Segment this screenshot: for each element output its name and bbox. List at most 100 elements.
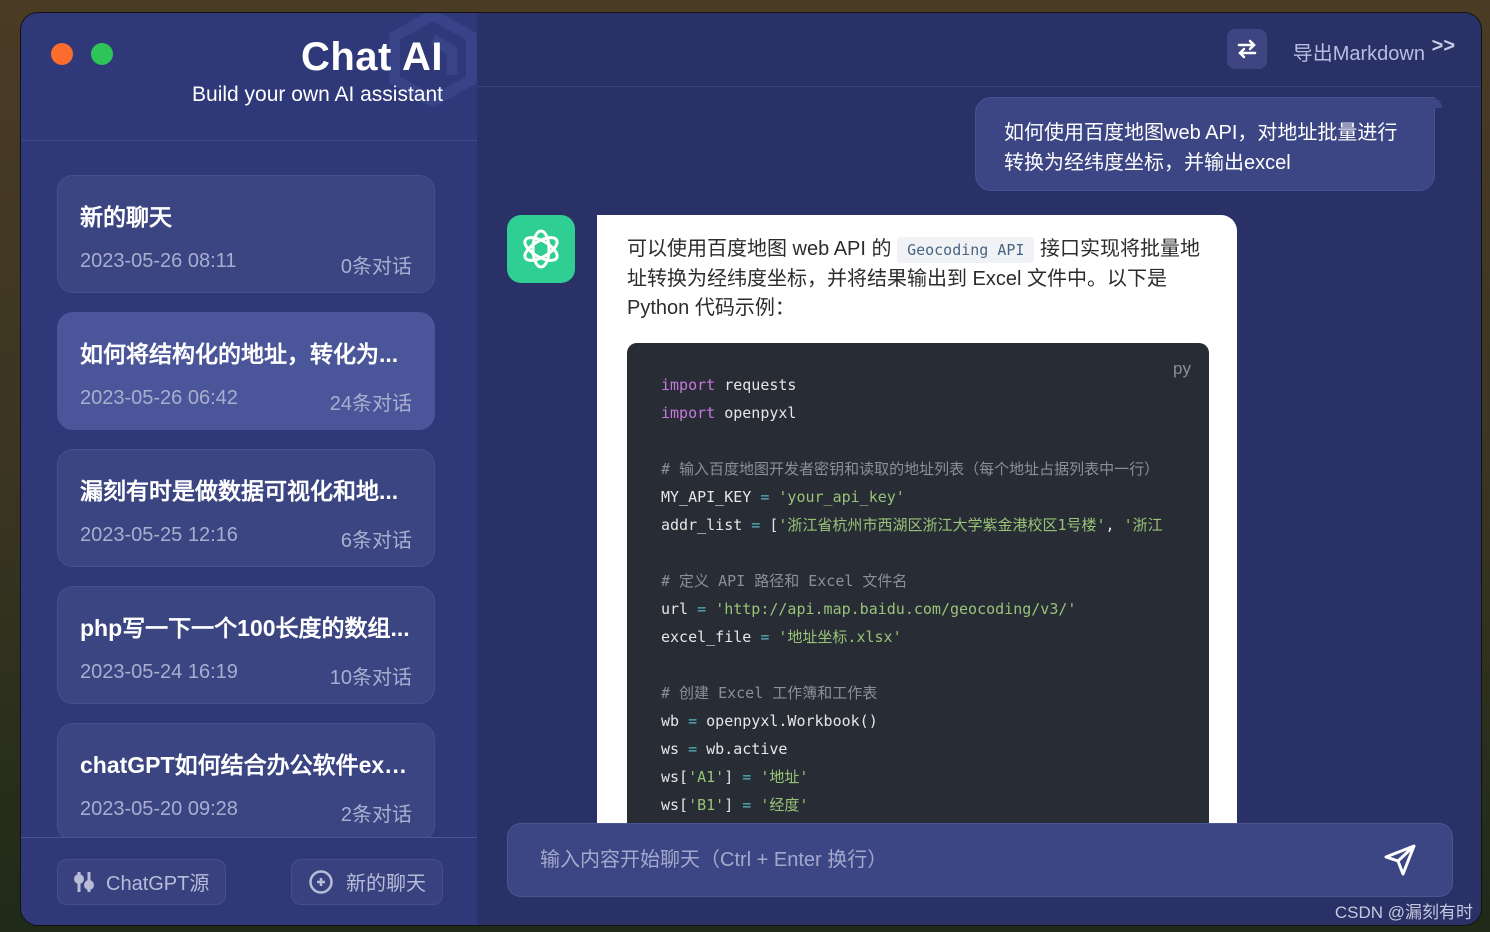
chat-count: 24条对话 — [329, 393, 412, 415]
chat-list: 新的聊天 2023-05-26 08:11 0条对话 如何将结构化的地址，转化为… — [21, 141, 477, 837]
code-token: '地址坐标.xlsx' — [778, 628, 902, 646]
message-text: 可以使用百度地图 web API 的 — [627, 238, 898, 260]
switch-button[interactable] — [1227, 29, 1267, 69]
code-token: MY_API_KEY — [661, 488, 752, 506]
send-button[interactable] — [1380, 840, 1420, 880]
message-input-bar — [507, 823, 1453, 897]
assistant-message-text: 可以使用百度地图 web API 的 Geocoding API 接口实现将批量… — [627, 235, 1209, 323]
user-message: 如何使用百度地图web API，对地址批量进行转换为经纬度坐标，并输出excel — [975, 97, 1442, 191]
code-line: MY_API_KEY = 'your_api_key' — [661, 483, 1209, 511]
code-line: ws['A1'] = '地址' — [661, 763, 1209, 791]
code-line: ws = wb.active — [661, 735, 1209, 763]
code-token: import — [661, 404, 716, 422]
chat-title: 新的聊天 — [80, 204, 172, 230]
app-subtitle: Build your own AI assistant — [192, 83, 443, 106]
close-window-button[interactable] — [51, 43, 73, 65]
code-block: py import requests import openpyxl # 输入百度… — [627, 343, 1209, 843]
code-token: = — [733, 796, 761, 814]
code-token: = — [742, 516, 770, 534]
code-line: import openpyxl — [661, 399, 1209, 427]
code-token: # 输入百度地图开发者密钥和读取的地址列表（每个地址占据列表中一行） — [661, 460, 1160, 478]
swap-arrows-icon — [1237, 39, 1257, 59]
code-token: = — [751, 488, 779, 506]
code-line: # 创建 Excel 工作簿和工作表 — [661, 679, 1209, 707]
sidebar-header: Chat AI Build your own AI assistant — [21, 13, 477, 141]
code-token: wb.active — [706, 740, 788, 758]
code-token: ws — [661, 740, 680, 758]
chat-count: 10条对话 — [329, 667, 412, 689]
app-title: Chat AI — [300, 35, 443, 79]
code-token: url — [661, 600, 689, 618]
inline-code: Geocoding API — [897, 237, 1035, 263]
top-bar: 导出Markdown >> — [477, 13, 1481, 87]
sidebar: Chat AI Build your own AI assistant 新的聊天… — [21, 13, 477, 925]
chatgpt-source-button[interactable]: ChatGPT源 — [57, 858, 227, 905]
code-token: wb — [661, 712, 680, 730]
code-line: ws['B1'] = '经度' — [661, 791, 1209, 819]
code-line: import requests — [661, 371, 1209, 399]
code-token: 'http://api.map.baidu.com/geocoding/v3/' — [715, 600, 1077, 618]
send-icon — [1384, 844, 1416, 876]
code-token: '地址' — [760, 768, 809, 786]
code-token: requests — [715, 376, 797, 394]
chat-title: php写一下一个100长度的数组... — [80, 615, 410, 641]
assistant-avatar — [507, 215, 575, 283]
code-token: ] — [724, 768, 734, 786]
code-line: url = 'http://api.map.baidu.com/geocodin… — [661, 595, 1209, 623]
code-token: excel_file — [661, 628, 752, 646]
code-token: , — [1105, 516, 1124, 534]
code-token: = — [679, 740, 707, 758]
code-token: ws[ — [661, 768, 689, 786]
code-token: = — [751, 628, 779, 646]
code-token: # 创建 Excel 工作簿和工作表 — [661, 684, 878, 702]
new-chat-button[interactable]: 新的聊天 — [291, 858, 443, 905]
chatgpt-source-label: ChatGPT源 — [106, 873, 210, 895]
chat-list-item[interactable]: php写一下一个100长度的数组... 2023-05-24 16:19 10条… — [57, 586, 435, 704]
code-line: excel_file = '地址坐标.xlsx' — [661, 623, 1209, 651]
code-line: # 定义 API 路径和 Excel 文件名 — [661, 567, 1209, 595]
code-token: 'B1' — [688, 796, 725, 814]
openai-logo-icon — [523, 229, 559, 269]
code-token: ] — [724, 796, 734, 814]
chat-date: 2023-05-24 16:19 — [80, 661, 238, 683]
code-language-label: py — [1173, 359, 1191, 378]
chat-list-item[interactable]: 新的聊天 2023-05-26 08:11 0条对话 — [57, 175, 435, 293]
double-chevron-right-icon[interactable]: >> — [1432, 35, 1455, 58]
chat-title: 如何将结构化的地址，转化为... — [80, 341, 399, 367]
chat-list-item[interactable]: 漏刻有时是做数据可视化和地... 2023-05-25 12:16 6条对话 — [57, 449, 435, 567]
chat-count: 0条对话 — [340, 256, 412, 278]
chat-title: 漏刻有时是做数据可视化和地... — [80, 478, 399, 504]
code-token: 'A1' — [688, 768, 725, 786]
code-token: openpyxl — [715, 404, 797, 422]
chat-date: 2023-05-26 06:42 — [80, 387, 238, 409]
assistant-message: 可以使用百度地图 web API 的 Geocoding API 接口实现将批量… — [597, 215, 1237, 855]
code-token: openpyxl.Workbook() — [706, 712, 878, 730]
code-token: = — [688, 600, 716, 618]
chat-list-item-active[interactable]: 如何将结构化的地址，转化为... 2023-05-26 06:42 24条对话 — [57, 312, 435, 430]
sliders-icon — [74, 871, 94, 892]
chat-date: 2023-05-26 08:11 — [80, 250, 237, 272]
code-token: ws[ — [661, 796, 689, 814]
chat-count: 6条对话 — [340, 530, 412, 552]
code-token: '浙江 — [1123, 516, 1163, 534]
code-line: wb = openpyxl.Workbook() — [661, 707, 1209, 735]
chat-date: 2023-05-25 12:16 — [80, 524, 238, 546]
code-lines: import requests import openpyxl # 输入百度地图开… — [661, 371, 1209, 843]
code-token: = — [733, 768, 761, 786]
code-token: # 定义 API 路径和 Excel 文件名 — [661, 572, 908, 590]
app-window: Chat AI Build your own AI assistant 新的聊天… — [20, 12, 1482, 926]
export-markdown-link[interactable]: 导出Markdown — [1293, 37, 1425, 66]
window-controls — [51, 43, 113, 65]
new-chat-label: 新的聊天 — [346, 873, 426, 895]
code-token: = — [679, 712, 707, 730]
code-token: import — [661, 376, 716, 394]
chat-list-item[interactable]: chatGPT如何结合办公软件exc... 2023-05-20 09:28 2… — [57, 723, 435, 837]
plus-circle-icon — [309, 869, 333, 894]
sidebar-footer: ChatGPT源 新的聊天 — [21, 837, 477, 925]
message-input[interactable] — [540, 848, 1380, 872]
maximize-window-button[interactable] — [91, 43, 113, 65]
chat-title: chatGPT如何结合办公软件exc... — [80, 752, 412, 778]
